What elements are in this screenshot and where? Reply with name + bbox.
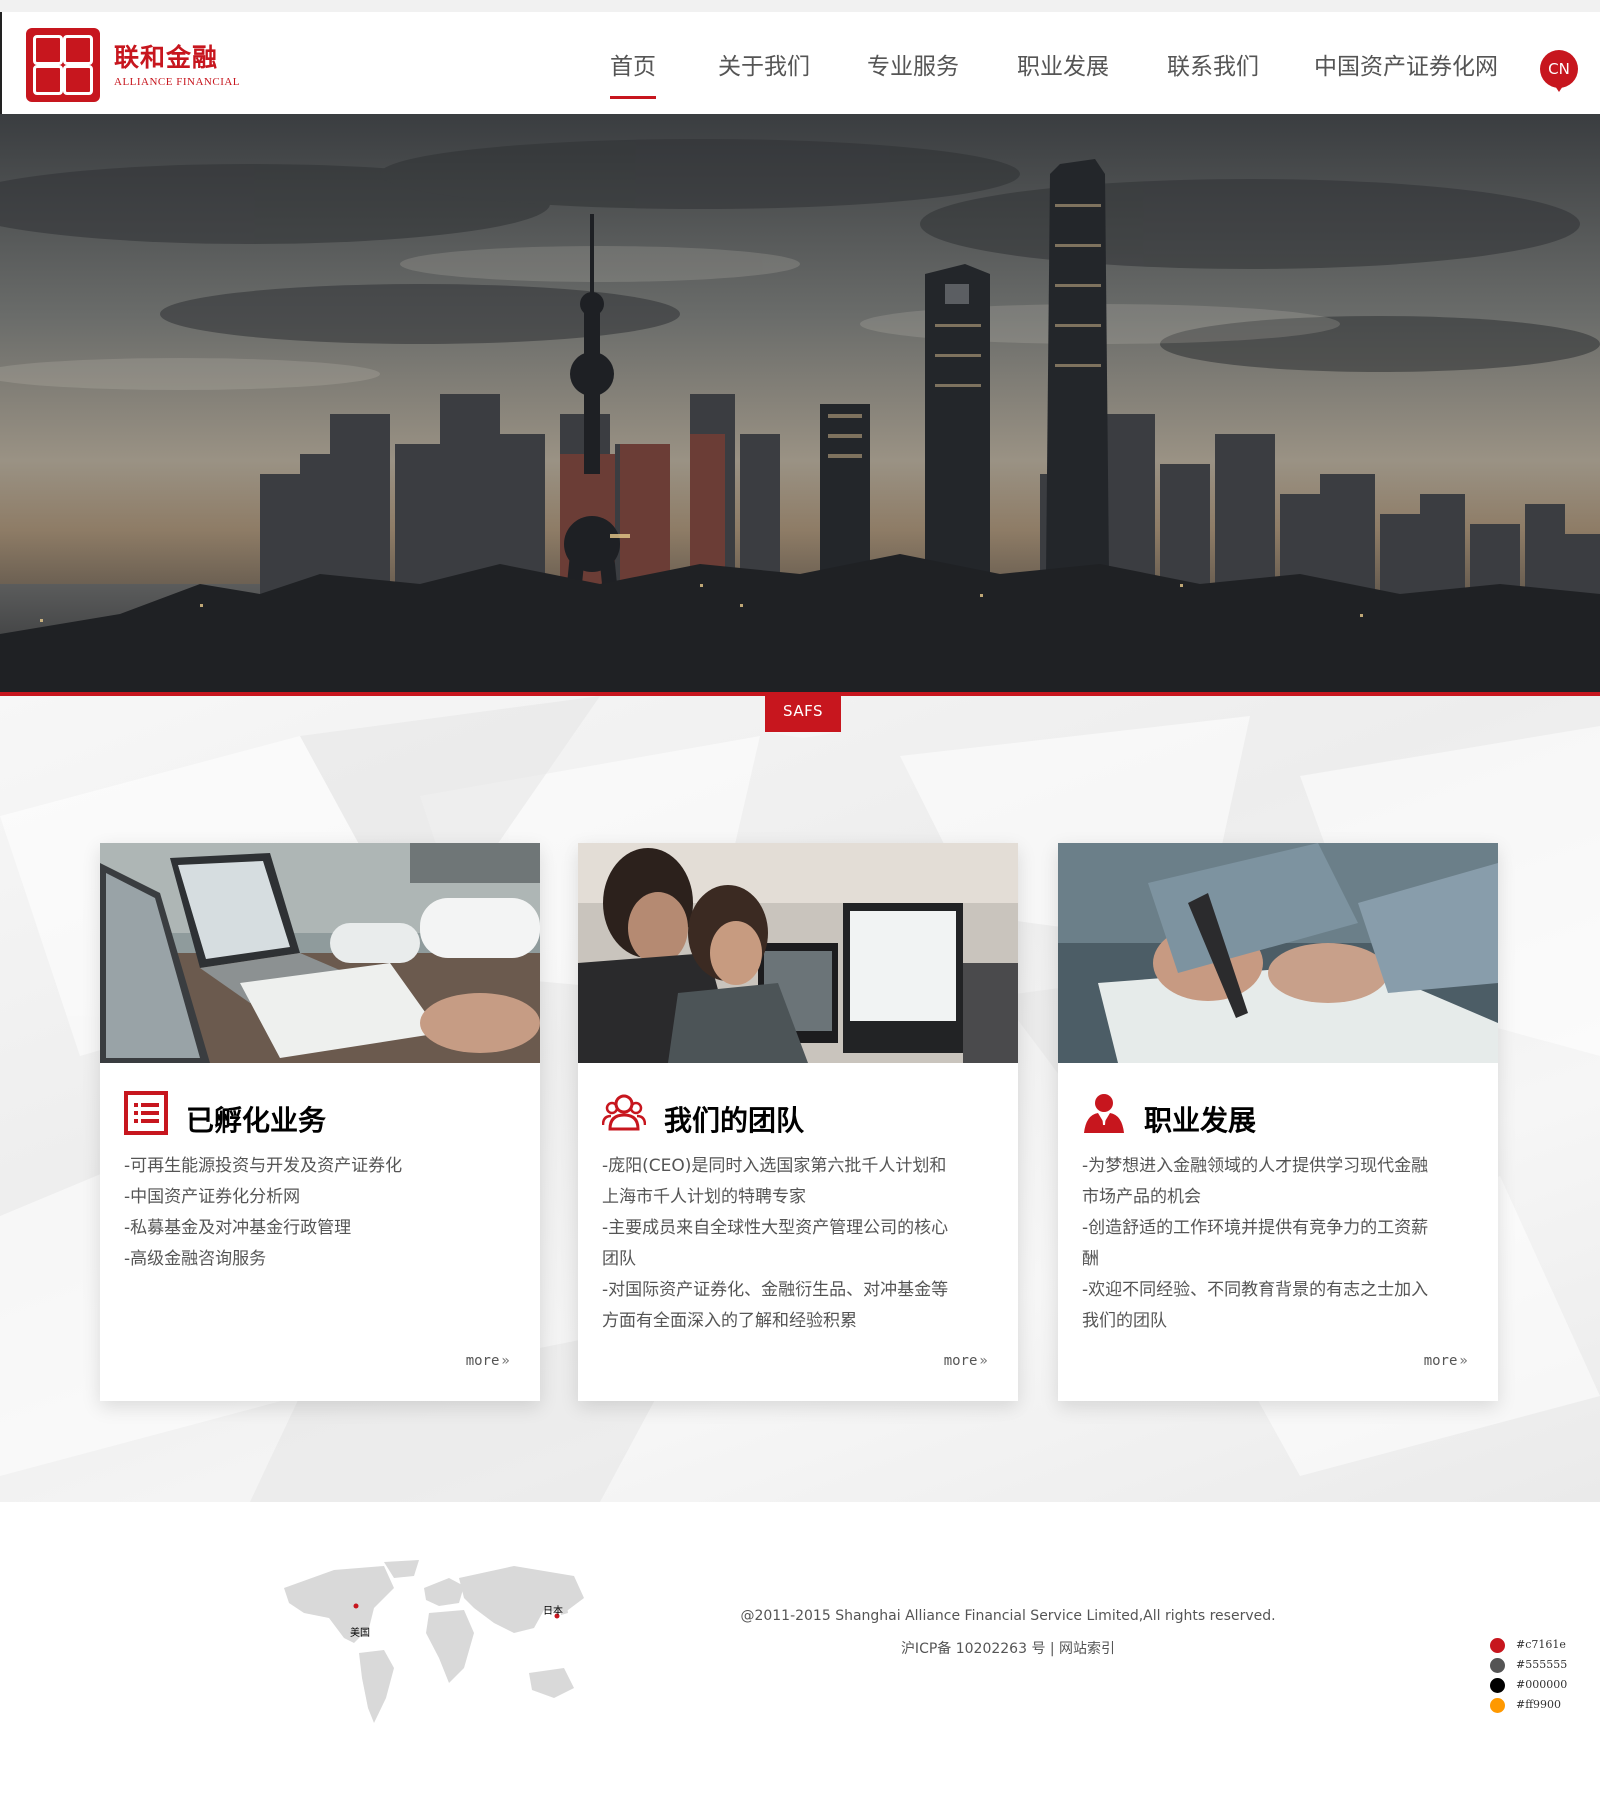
card-line: -庞阳(CEO)是同时入选国家第六批千人计划和 <box>602 1156 947 1176</box>
card-photo-team <box>578 843 1018 1063</box>
language-switch-button[interactable]: CN <box>1540 50 1578 92</box>
card-line: -私募基金及对冲基金行政管理 <box>124 1218 352 1238</box>
card-career-development: 职业发展 -为梦想进入金融领域的人才提供学习现代金融 市场产品的机会 -创造舒适… <box>1058 843 1498 1401</box>
card-line: 我们的团队 <box>1082 1311 1167 1331</box>
card-description: -可再生能源投资与开发及资产证券化 -中国资产证券化分析网 -私募基金及对冲基金… <box>124 1151 524 1275</box>
icp-sitemap-text[interactable]: 沪ICP备 10202263 号 | 网站索引 <box>0 1638 1600 1658</box>
nav-item-contact[interactable]: 联系我们 <box>1167 47 1259 87</box>
card-photo-meeting <box>100 843 540 1063</box>
palette-dot <box>1490 1678 1505 1693</box>
more-link[interactable]: more» <box>1424 1353 1468 1369</box>
card-description: -为梦想进入金融领域的人才提供学习现代金融 市场产品的机会 -创造舒适的工作环境… <box>1082 1151 1482 1337</box>
card-line: 市场产品的机会 <box>1082 1187 1201 1207</box>
safs-tag: SAFS <box>765 694 841 738</box>
map-label-us: 美国 <box>350 1628 370 1639</box>
card-line: -为梦想进入金融领域的人才提供学习现代金融 <box>1082 1156 1429 1176</box>
team-icon <box>602 1094 646 1131</box>
skyline-illustration <box>0 114 1600 692</box>
card-line: -对国际资产证券化、金融衍生品、对冲基金等 <box>602 1280 949 1300</box>
card-incubated-business: 已孵化业务 -可再生能源投资与开发及资产证券化 -中国资产证券化分析网 -私募基… <box>100 843 540 1401</box>
nav-item-services[interactable]: 专业服务 <box>867 47 959 87</box>
card-line: -主要成员来自全球性大型资产管理公司的核心 <box>602 1218 949 1238</box>
palette-dot <box>1490 1658 1505 1673</box>
card-line: -高级金融咨询服务 <box>124 1249 267 1269</box>
copyright-text: @2011-2015 Shanghai Alliance Financial S… <box>740 1608 1276 1624</box>
nav-item-securitization-network[interactable]: 中国资产证券化网 <box>1314 47 1498 87</box>
card-title: 已孵化业务 <box>186 1104 327 1137</box>
card-photo-signing <box>1058 843 1498 1063</box>
card-line: 团队 <box>602 1249 636 1269</box>
card-line: 方面有全面深入的了解和经验积累 <box>602 1311 857 1331</box>
more-link[interactable]: more» <box>466 1353 510 1369</box>
nav-item-careers[interactable]: 职业发展 <box>1017 47 1109 87</box>
card-description: -庞阳(CEO)是同时入选国家第六批千人计划和 上海市千人计划的特聘专家 -主要… <box>602 1151 1002 1337</box>
top-strip <box>0 0 1600 12</box>
double-chevron-right-icon: » <box>501 1353 510 1369</box>
site-footer: 美国 日本 @2011-2015 Shanghai Alliance Finan… <box>0 1502 1600 1800</box>
seal-logo-icon <box>26 28 100 102</box>
palette-dot <box>1490 1638 1505 1653</box>
brand-name-cn: 联和金融 <box>114 43 219 72</box>
double-chevron-right-icon: » <box>1459 1353 1468 1369</box>
card-our-team: 我们的团队 -庞阳(CEO)是同时入选国家第六批千人计划和 上海市千人计划的特聘… <box>578 843 1018 1401</box>
card-line: 上海市千人计划的特聘专家 <box>602 1187 806 1207</box>
more-link[interactable]: more» <box>944 1353 988 1369</box>
nav-item-home[interactable]: 首页 <box>610 47 656 99</box>
card-line: -创造舒适的工作环境并提供有竞争力的工资薪 <box>1082 1218 1429 1238</box>
card-line: -欢迎不同经验、不同教育背景的有志之士加入 <box>1082 1280 1429 1300</box>
card-title: 职业发展 <box>1144 1104 1257 1137</box>
person-icon <box>1084 1094 1124 1133</box>
card-line: 酬 <box>1082 1249 1099 1269</box>
hero-banner <box>0 114 1600 692</box>
card-title: 我们的团队 <box>664 1104 805 1137</box>
nav-item-about[interactable]: 关于我们 <box>718 47 810 87</box>
site-header: 联和金融 ALLIANCE FINANCIAL 首页 关于我们 专业服务 职业发… <box>0 12 1600 114</box>
brand-logo[interactable]: 联和金融 ALLIANCE FINANCIAL <box>26 28 240 102</box>
brand-name-en: ALLIANCE FINANCIAL <box>114 76 241 88</box>
card-line: -可再生能源投资与开发及资产证券化 <box>124 1156 403 1176</box>
list-icon <box>124 1091 168 1135</box>
palette-dot <box>1490 1698 1505 1713</box>
card-line: -中国资产证券化分析网 <box>124 1187 301 1207</box>
double-chevron-right-icon: » <box>979 1353 988 1369</box>
